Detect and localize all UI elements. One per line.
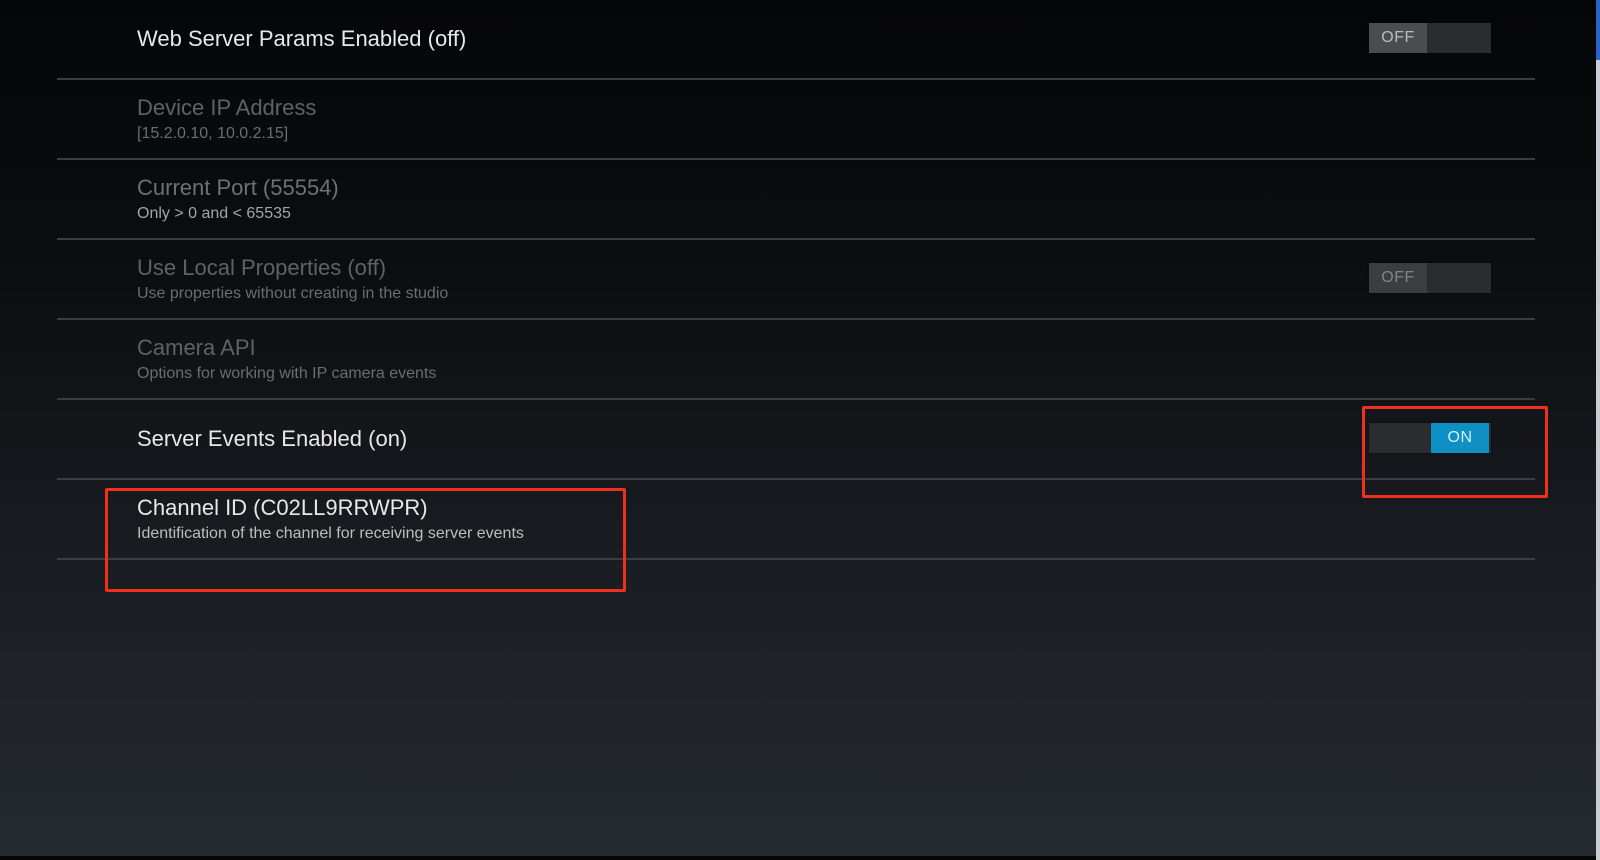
web-server-params-setting[interactable]: Web Server Params Enabled (off) OFF: [57, 0, 1535, 80]
setting-title: Server Events Enabled (on): [137, 426, 408, 451]
setting-title: Device IP Address: [137, 95, 317, 120]
highlight-box-server-events-toggle: [1362, 406, 1548, 498]
setting-subtitle: [15.2.0.10, 10.0.2.15]: [137, 125, 289, 142]
setting-subtitle: Options for working with IP camera event…: [137, 365, 437, 382]
settings-list: Web Server Params Enabled (off) OFF Devi…: [57, 0, 1535, 560]
setting-title: Camera API: [137, 335, 256, 360]
camera-api-setting: Camera API Options for working with IP c…: [57, 320, 1535, 400]
window-edge-accent: [1596, 0, 1600, 60]
web-server-params-toggle[interactable]: OFF: [1369, 23, 1491, 53]
device-ip-setting: Device IP Address [15.2.0.10, 10.0.2.15]: [57, 80, 1535, 160]
current-port-setting: Current Port (55554) Only > 0 and < 6553…: [57, 160, 1535, 240]
setting-title: Web Server Params Enabled (off): [137, 26, 467, 51]
settings-screen: Web Server Params Enabled (off) OFF Devi…: [0, 0, 1596, 856]
highlight-box-channel-id: [105, 488, 626, 592]
window-edge: [1596, 0, 1600, 860]
use-local-properties-setting: Use Local Properties (off) Use propertie…: [57, 240, 1535, 320]
use-local-properties-toggle: OFF: [1369, 263, 1491, 293]
setting-subtitle: Use properties without creating in the s…: [137, 285, 449, 302]
toggle-label: OFF: [1369, 263, 1427, 293]
setting-title: Use Local Properties (off): [137, 255, 387, 280]
setting-title: Current Port (55554): [137, 175, 339, 200]
setting-subtitle: Only > 0 and < 65535: [137, 205, 291, 222]
bottom-border: [0, 856, 1596, 860]
server-events-setting[interactable]: Server Events Enabled (on) ON: [57, 400, 1535, 480]
toggle-label: OFF: [1369, 23, 1427, 53]
